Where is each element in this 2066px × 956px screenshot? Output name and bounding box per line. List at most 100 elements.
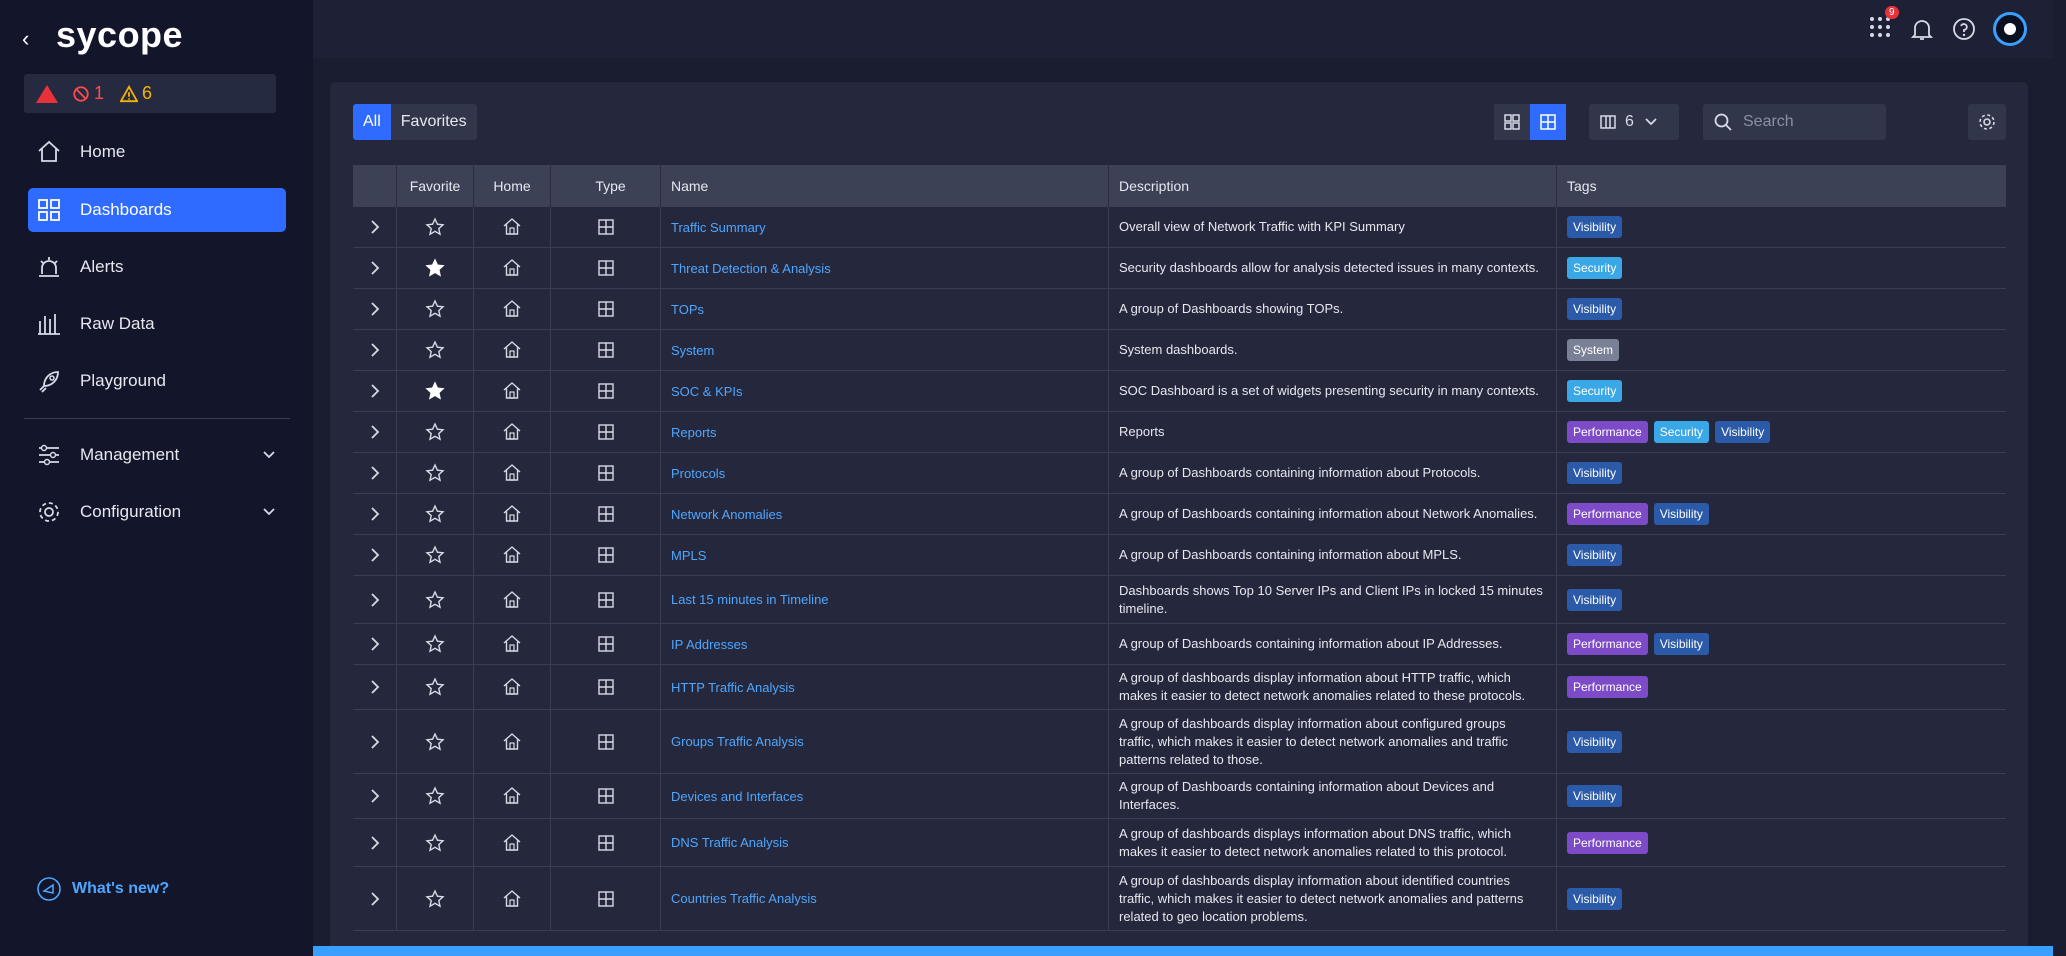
favorite-toggle[interactable] bbox=[397, 207, 474, 247]
favorite-toggle[interactable] bbox=[397, 289, 474, 329]
set-home-button[interactable] bbox=[474, 289, 551, 329]
whats-new-link[interactable]: What's new? bbox=[36, 876, 169, 902]
table-row[interactable]: MPLS A group of Dashboards containing inf… bbox=[353, 535, 2006, 576]
dashboard-link[interactable]: HTTP Traffic Analysis bbox=[671, 680, 795, 695]
set-home-button[interactable] bbox=[474, 412, 551, 452]
dashboard-link[interactable]: Countries Traffic Analysis bbox=[671, 891, 817, 906]
table-row[interactable]: Groups Traffic Analysis A group of dashbo… bbox=[353, 710, 2006, 774]
favorite-toggle[interactable] bbox=[397, 710, 474, 773]
expand-row-button[interactable] bbox=[353, 289, 397, 329]
favorite-toggle[interactable] bbox=[397, 412, 474, 452]
table-row[interactable]: Traffic Summary Overall view of Network T… bbox=[353, 207, 2006, 248]
header-description[interactable]: Description bbox=[1109, 165, 1557, 207]
favorite-toggle[interactable] bbox=[397, 624, 474, 664]
expand-row-button[interactable] bbox=[353, 774, 397, 818]
set-home-button[interactable] bbox=[474, 576, 551, 623]
dashboard-link[interactable]: Traffic Summary bbox=[671, 220, 766, 235]
table-row[interactable]: Devices and Interfaces A group of Dashboa… bbox=[353, 774, 2006, 819]
expand-row-button[interactable] bbox=[353, 867, 397, 930]
table-row[interactable]: Reports Reports Performance Security Visibil… bbox=[353, 412, 2006, 453]
favorite-toggle[interactable] bbox=[397, 576, 474, 623]
dashboard-link[interactable]: Protocols bbox=[671, 466, 725, 481]
favorite-toggle[interactable] bbox=[397, 819, 474, 866]
table-row[interactable]: TOPs A group of Dashboards showing TOPs. V… bbox=[353, 289, 2006, 330]
expand-row-button[interactable] bbox=[353, 819, 397, 866]
dashboard-link[interactable]: Network Anomalies bbox=[671, 507, 782, 522]
dashboard-link[interactable]: MPLS bbox=[671, 548, 706, 563]
table-row[interactable]: SOC & KPIs SOC Dashboard is a set of widg… bbox=[353, 371, 2006, 412]
expand-row-button[interactable] bbox=[353, 371, 397, 411]
dashboard-link[interactable]: Last 15 minutes in Timeline bbox=[671, 592, 829, 607]
table-row[interactable]: IP Addresses A group of Dashboards contai… bbox=[353, 624, 2006, 665]
table-row[interactable]: HTTP Traffic Analysis A group of dashboar… bbox=[353, 665, 2006, 710]
set-home-button[interactable] bbox=[474, 371, 551, 411]
table-row[interactable]: Countries Traffic Analysis A group of das… bbox=[353, 867, 2006, 931]
favorite-toggle[interactable] bbox=[397, 330, 474, 370]
apps-button[interactable]: 9 bbox=[1867, 5, 1899, 45]
columns-selector[interactable]: 6 bbox=[1589, 104, 1679, 140]
tab-favorites[interactable]: Favorites bbox=[390, 104, 477, 140]
help-icon[interactable] bbox=[1951, 16, 1977, 42]
table-view-button[interactable] bbox=[1530, 104, 1566, 140]
expand-row-button[interactable] bbox=[353, 207, 397, 247]
expand-row-button[interactable] bbox=[353, 494, 397, 534]
favorite-toggle[interactable] bbox=[397, 867, 474, 930]
dashboard-link[interactable]: DNS Traffic Analysis bbox=[671, 835, 789, 850]
alerts-summary[interactable]: 1 6 bbox=[24, 74, 276, 113]
expand-row-button[interactable] bbox=[353, 535, 397, 575]
expand-row-button[interactable] bbox=[353, 665, 397, 709]
favorite-toggle[interactable] bbox=[397, 248, 474, 288]
header-name[interactable]: Name bbox=[661, 165, 1109, 207]
favorite-toggle[interactable] bbox=[397, 535, 474, 575]
dashboard-link[interactable]: Reports bbox=[671, 425, 717, 440]
sidebar-item-home[interactable]: Home bbox=[28, 130, 286, 174]
expand-row-button[interactable] bbox=[353, 330, 397, 370]
scrollbar[interactable] bbox=[2053, 0, 2066, 956]
expand-row-button[interactable] bbox=[353, 576, 397, 623]
dashboard-link[interactable]: IP Addresses bbox=[671, 637, 747, 652]
set-home-button[interactable] bbox=[474, 665, 551, 709]
sidebar-item-management[interactable]: Management bbox=[28, 433, 286, 477]
set-home-button[interactable] bbox=[474, 710, 551, 773]
set-home-button[interactable] bbox=[474, 867, 551, 930]
header-type[interactable]: Type bbox=[551, 165, 661, 207]
tab-all[interactable]: All bbox=[353, 104, 391, 140]
sidebar-item-configuration[interactable]: Configuration bbox=[28, 490, 286, 534]
set-home-button[interactable] bbox=[474, 535, 551, 575]
header-favorite[interactable]: Favorite bbox=[397, 165, 474, 207]
expand-row-button[interactable] bbox=[353, 710, 397, 773]
favorite-toggle[interactable] bbox=[397, 371, 474, 411]
dashboard-link[interactable]: System bbox=[671, 343, 714, 358]
expand-row-button[interactable] bbox=[353, 248, 397, 288]
set-home-button[interactable] bbox=[474, 494, 551, 534]
sidebar-item-raw-data[interactable]: Raw Data bbox=[28, 302, 286, 346]
header-home[interactable]: Home bbox=[474, 165, 551, 207]
dashboard-link[interactable]: Devices and Interfaces bbox=[671, 789, 803, 804]
favorite-toggle[interactable] bbox=[397, 453, 474, 493]
set-home-button[interactable] bbox=[474, 207, 551, 247]
bell-icon[interactable] bbox=[1909, 16, 1935, 42]
search-input[interactable] bbox=[1741, 112, 1875, 132]
sidebar-item-alerts[interactable]: Alerts bbox=[28, 245, 286, 289]
expand-row-button[interactable] bbox=[353, 412, 397, 452]
sidebar-item-dashboards[interactable]: Dashboards bbox=[28, 188, 286, 232]
header-tags[interactable]: Tags bbox=[1557, 165, 2006, 207]
sidebar-item-playground[interactable]: Playground bbox=[28, 359, 286, 403]
favorite-toggle[interactable] bbox=[397, 774, 474, 818]
set-home-button[interactable] bbox=[474, 330, 551, 370]
set-home-button[interactable] bbox=[474, 819, 551, 866]
table-row[interactable]: Network Anomalies A group of Dashboards c… bbox=[353, 494, 2006, 535]
dashboard-link[interactable]: Groups Traffic Analysis bbox=[671, 734, 804, 749]
back-icon[interactable]: ‹ bbox=[22, 26, 29, 52]
table-row[interactable]: DNS Traffic Analysis A group of dashboard… bbox=[353, 819, 2006, 867]
favorite-toggle[interactable] bbox=[397, 665, 474, 709]
expand-row-button[interactable] bbox=[353, 624, 397, 664]
expand-row-button[interactable] bbox=[353, 453, 397, 493]
grid-view-button[interactable] bbox=[1494, 104, 1530, 140]
table-settings-button[interactable] bbox=[1968, 104, 2006, 140]
dashboard-link[interactable]: Threat Detection & Analysis bbox=[671, 261, 831, 276]
avatar[interactable] bbox=[1993, 12, 2027, 46]
set-home-button[interactable] bbox=[474, 624, 551, 664]
table-row[interactable]: Protocols A group of Dashboards containin… bbox=[353, 453, 2006, 494]
table-row[interactable]: System System dashboards. System bbox=[353, 330, 2006, 371]
